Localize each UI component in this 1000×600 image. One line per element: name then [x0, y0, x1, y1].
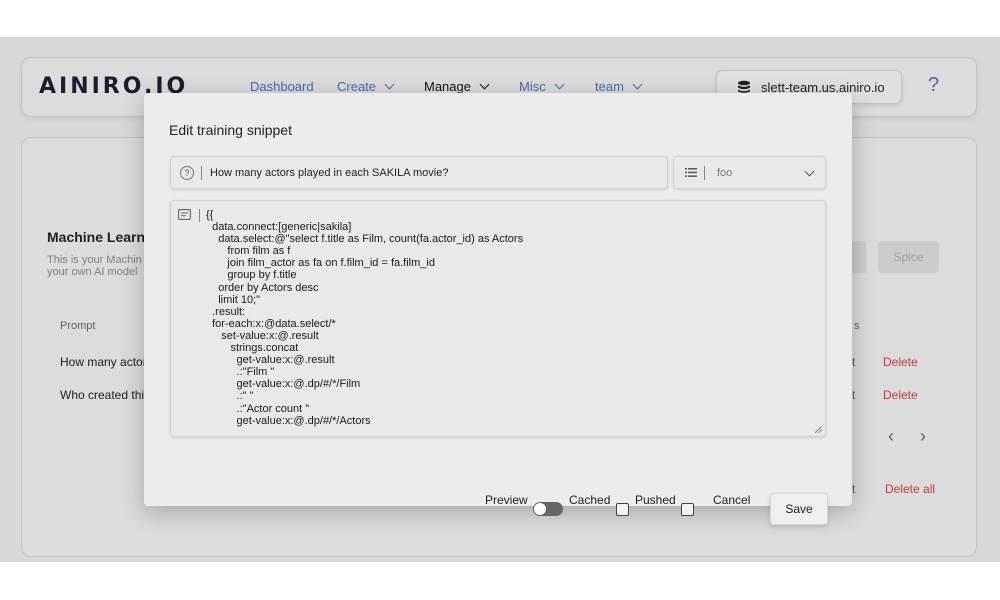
comment-icon: [178, 209, 191, 220]
code-line: from film as f: [206, 245, 291, 258]
field-divider: [201, 165, 202, 180]
save-button[interactable]: Save: [770, 493, 828, 525]
code-line: group by f.title: [206, 269, 297, 282]
chevron-down-icon: [804, 166, 815, 177]
code-line: data.select:@"select f.title as Film, co…: [206, 233, 524, 246]
code-line: {{: [206, 209, 214, 221]
resize-handle-icon[interactable]: [815, 426, 822, 433]
preview-toggle[interactable]: [533, 502, 563, 516]
type-select[interactable]: foo: [673, 156, 826, 189]
code-line: limit 10;": [206, 293, 261, 306]
code-line: order by Actors desc: [206, 281, 319, 294]
cancel-button[interactable]: Cancel: [713, 493, 750, 507]
cached-label: Cached: [569, 493, 611, 507]
prompt-input-value: How many actors played in each SAKILA mo…: [210, 166, 449, 179]
code-line: strings.concat: [206, 342, 299, 355]
edit-snippet-dialog: Edit training snippet ? How many actors …: [144, 93, 852, 525]
preview-label: Preview: [485, 493, 528, 507]
code-line: .:"Actor count ": [206, 402, 310, 415]
pushed-checkbox[interactable]: [681, 503, 694, 516]
pushed-label: Pushed: [635, 493, 676, 507]
code-line: join film_actor as fa on f.film_id = fa.…: [206, 257, 435, 270]
code-line: set-value:x:@.result: [206, 329, 319, 342]
cached-checkbox[interactable]: [616, 503, 629, 516]
code-line: .:"Film ": [206, 366, 275, 379]
code-line: get-value:x:@.dp/#/*/Film: [206, 378, 361, 391]
prompt-input[interactable]: ? How many actors played in each SAKILA …: [170, 156, 668, 189]
code-line: data.connect:[generic|sakila]: [206, 221, 352, 234]
list-icon: [685, 168, 697, 177]
dialog-title: Edit training snippet: [169, 122, 292, 138]
type-select-value: foo: [717, 166, 733, 179]
code-content: {{ data.connect:[generic|sakila] data.se…: [206, 209, 523, 427]
field-divider: [199, 209, 200, 222]
code-line: get-value:x:@.result: [206, 354, 335, 367]
code-line: .result:: [206, 305, 246, 318]
app-stage: AINIRO.IO Dashboard Create Manage Misc t…: [0, 37, 1000, 562]
question-circle-icon: ?: [180, 165, 194, 180]
code-editor[interactable]: {{ data.connect:[generic|sakila] data.se…: [170, 200, 826, 437]
code-line: get-value:x:@.dp/#/*/Actors: [206, 414, 371, 427]
field-divider: [704, 165, 705, 180]
code-line: .:" ": [206, 390, 254, 403]
code-line: for-each:x:@data.select/*: [206, 317, 336, 330]
